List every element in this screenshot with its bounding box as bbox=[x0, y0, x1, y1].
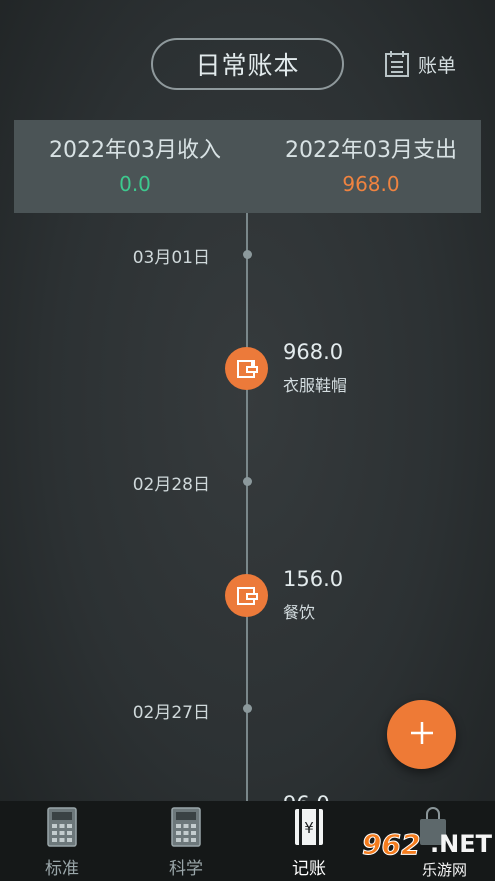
expense-value: 968.0 bbox=[342, 172, 400, 196]
add-entry-button[interactable] bbox=[387, 700, 456, 769]
timeline-line bbox=[246, 213, 248, 803]
monthly-summary-panel: 2022年03月收入 0.0 2022年03月支出 968.0 bbox=[14, 120, 481, 213]
timeline-date: 02月28日 bbox=[132, 475, 210, 495]
expense-label: 2022年03月支出 bbox=[285, 138, 457, 163]
ledger-yen-icon: ¥ bbox=[293, 807, 325, 851]
entry-amount[interactable]: 968.0 bbox=[283, 340, 343, 364]
calculator-icon bbox=[47, 807, 77, 851]
income-label: 2022年03月收入 bbox=[49, 138, 221, 163]
watermark-site: 乐游网 bbox=[422, 861, 468, 879]
ledger-title-button[interactable]: 日常账本 bbox=[151, 38, 344, 90]
timeline-date: 02月27日 bbox=[132, 703, 210, 723]
tab-label: 科学 bbox=[169, 859, 203, 879]
svg-text:¥: ¥ bbox=[304, 819, 314, 837]
watermark-suffix: .NET bbox=[430, 830, 492, 858]
site-watermark: 962 .NET 乐游网 bbox=[360, 826, 495, 881]
calculator-icon bbox=[171, 807, 201, 851]
timeline-date: 03月01日 bbox=[132, 248, 210, 268]
wallet-icon[interactable] bbox=[225, 574, 268, 617]
timeline-dot bbox=[242, 704, 252, 713]
entry-category: 衣服鞋帽 bbox=[283, 376, 348, 395]
tab-accounting[interactable]: ¥ 记账 bbox=[259, 801, 359, 881]
entry-amount[interactable]: 156.0 bbox=[283, 567, 343, 591]
tab-label: 记账 bbox=[292, 859, 326, 879]
expense-summary: 2022年03月支出 968.0 bbox=[264, 132, 478, 196]
header: 日常账本 账单 bbox=[0, 0, 495, 120]
tab-label: 标准 bbox=[45, 859, 79, 879]
timeline-dot bbox=[242, 250, 252, 259]
timeline-dot bbox=[242, 477, 252, 486]
watermark-number: 962 bbox=[361, 828, 421, 862]
income-value: 0.0 bbox=[119, 172, 151, 196]
income-summary: 2022年03月收入 0.0 bbox=[28, 132, 242, 196]
entry-category: 餐饮 bbox=[283, 603, 316, 622]
tab-scientific[interactable]: 科学 bbox=[136, 801, 236, 881]
wallet-icon[interactable] bbox=[225, 347, 268, 390]
ledger-title: 日常账本 bbox=[195, 51, 300, 80]
bill-label: 账单 bbox=[418, 54, 457, 77]
list-document-icon bbox=[384, 50, 410, 78]
tab-standard[interactable]: 标准 bbox=[12, 801, 112, 881]
bill-button[interactable]: 账单 bbox=[384, 48, 456, 80]
plus-icon bbox=[409, 720, 435, 750]
